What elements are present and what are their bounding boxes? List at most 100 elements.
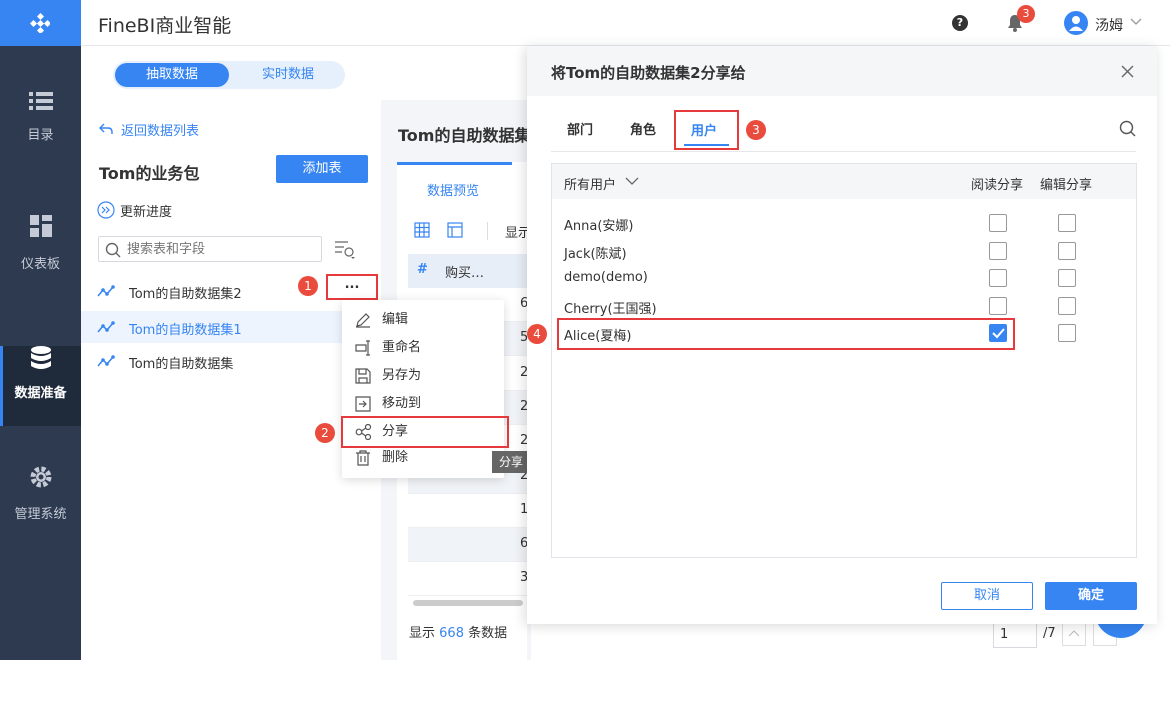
divider bbox=[551, 151, 1136, 152]
search-input[interactable] bbox=[127, 239, 317, 259]
sidebar-item-dashboard[interactable]: 仪表板 bbox=[0, 205, 81, 295]
confirm-button[interactable]: 确定 bbox=[1045, 582, 1137, 610]
footer-prefix: 显示 bbox=[409, 626, 436, 641]
share-highlight bbox=[341, 416, 509, 448]
edit-share-checkbox[interactable] bbox=[1058, 242, 1076, 260]
number-type-icon: # bbox=[417, 262, 428, 277]
tab-user-highlight: 用户 bbox=[674, 110, 739, 150]
read-share-checkbox[interactable] bbox=[989, 242, 1007, 260]
add-table-button[interactable]: 添加表 bbox=[276, 155, 368, 183]
more-button[interactable]: ... bbox=[326, 274, 378, 300]
user-name: Anna(安娜) bbox=[564, 219, 634, 234]
menu-item-label: 另存为 bbox=[382, 368, 422, 383]
layout-view-icon[interactable] bbox=[447, 222, 463, 238]
chevron-down-icon[interactable] bbox=[625, 177, 639, 186]
sidebar-item-catalog[interactable]: 目录 bbox=[0, 80, 81, 170]
edit-icon bbox=[356, 313, 370, 328]
context-menu: 编辑 重命名 另存为 移动到 分享 删除 bbox=[342, 300, 504, 478]
sidebar-item-label: 仪表板 bbox=[20, 257, 60, 272]
menu-item-delete[interactable]: 删除 bbox=[342, 444, 502, 472]
logo-icon bbox=[30, 13, 50, 33]
user-name: Cherry(王国强) bbox=[564, 302, 657, 317]
menu-item-label: 编辑 bbox=[382, 312, 409, 327]
dataset-name: Tom的自助数据集 bbox=[129, 357, 234, 372]
dataset-icon bbox=[97, 321, 115, 333]
tooltip: 分享 bbox=[492, 451, 528, 473]
sidebar-item-label: 管理系统 bbox=[14, 507, 67, 522]
top-bar: FineBI商业智能 ? 3 汤姆 bbox=[81, 0, 1170, 46]
alice-row-highlight bbox=[557, 318, 1015, 350]
tab-data-preview[interactable]: 数据预览 bbox=[427, 180, 479, 199]
refresh-progress-icon[interactable] bbox=[97, 201, 115, 219]
back-to-list-link[interactable]: 返回数据列表 bbox=[121, 120, 199, 139]
list-item[interactable]: Tom的自助数据集 bbox=[81, 346, 381, 376]
user-name: demo(demo) bbox=[564, 270, 648, 285]
step-badge-2: 2 bbox=[315, 423, 335, 443]
page-input[interactable]: 1 bbox=[993, 622, 1037, 648]
divider bbox=[487, 222, 488, 240]
edit-share-checkbox[interactable] bbox=[1058, 214, 1076, 232]
column-header-label: 购买… bbox=[445, 266, 485, 281]
search-box[interactable] bbox=[98, 236, 322, 262]
edit-share-checkbox[interactable] bbox=[1058, 324, 1076, 342]
step-badge-3: 3 bbox=[746, 120, 766, 140]
read-share-checkbox[interactable] bbox=[989, 297, 1007, 315]
prev-page-button[interactable] bbox=[1062, 622, 1086, 646]
page-total: /7 bbox=[1043, 626, 1056, 641]
tab-underline bbox=[397, 162, 512, 165]
read-share-checkbox[interactable] bbox=[989, 214, 1007, 232]
table-row: 3 bbox=[408, 562, 531, 597]
sidebar-item-admin[interactable]: 管理系统 bbox=[0, 465, 81, 555]
menu-item-edit[interactable]: 编辑 bbox=[342, 306, 502, 334]
menu-item-rename[interactable]: 重命名 bbox=[342, 334, 502, 362]
dialog-title: 将Tom的自助数据集2分享给 bbox=[551, 64, 746, 82]
tab-user[interactable]: 用户 bbox=[691, 120, 717, 139]
step-badge-4: 4 bbox=[527, 324, 547, 344]
read-share-checkbox[interactable] bbox=[989, 269, 1007, 287]
tab-extract[interactable]: 抽取数据 bbox=[115, 63, 229, 87]
move-icon bbox=[355, 396, 371, 412]
col-all-users[interactable]: 所有用户 bbox=[564, 174, 616, 193]
search-icon bbox=[105, 242, 121, 258]
grid-view-icon[interactable] bbox=[414, 222, 430, 238]
tab-realtime[interactable]: 实时数据 bbox=[231, 63, 345, 87]
menu-item-label: 移动到 bbox=[382, 396, 422, 411]
data-mode-tabs: 抽取数据 实时数据 bbox=[113, 61, 345, 89]
sort-filter-icon[interactable] bbox=[334, 240, 358, 260]
menu-item-save-as[interactable]: 另存为 bbox=[342, 362, 502, 390]
update-progress-link[interactable]: 更新进度 bbox=[120, 201, 172, 220]
app-title: FineBI商业智能 bbox=[98, 15, 232, 37]
help-icon[interactable]: ? bbox=[952, 15, 968, 31]
dialog-header: 将Tom的自助数据集2分享给 bbox=[527, 46, 1157, 96]
edit-share-checkbox[interactable] bbox=[1058, 269, 1076, 287]
chevron-down-icon[interactable] bbox=[1130, 18, 1142, 26]
close-icon[interactable] bbox=[1121, 65, 1134, 78]
avatar[interactable] bbox=[1064, 11, 1088, 35]
user-row: Anna(安娜) bbox=[552, 209, 1136, 235]
sidebar-item-data-prep[interactable]: 数据准备 bbox=[0, 346, 81, 426]
user-name[interactable]: 汤姆 bbox=[1095, 15, 1123, 35]
horizontal-scrollbar[interactable] bbox=[413, 600, 523, 606]
search-icon[interactable] bbox=[1119, 120, 1137, 138]
dataset-name: Tom的自助数据集2 bbox=[129, 287, 242, 302]
column-header[interactable]: # 购买… bbox=[408, 254, 531, 288]
preview-title: Tom的自助数据集 bbox=[398, 126, 531, 145]
cancel-button[interactable]: 取消 bbox=[941, 582, 1033, 610]
sidebar-item-label: 数据准备 bbox=[14, 386, 67, 401]
user-icon bbox=[1069, 16, 1083, 31]
sidebar-item-label: 目录 bbox=[27, 128, 54, 143]
user-table-header: 所有用户 阅读分享 编辑分享 bbox=[552, 164, 1136, 199]
edit-share-checkbox[interactable] bbox=[1058, 297, 1076, 315]
user-table: 所有用户 阅读分享 编辑分享 Anna(安娜) Jack(陈斌) demo(demo… bbox=[551, 163, 1137, 558]
tab-department[interactable]: 部门 bbox=[567, 119, 593, 138]
back-icon[interactable] bbox=[99, 123, 113, 135]
footer-suffix: 条数据 bbox=[468, 626, 508, 641]
user-name: Jack(陈斌) bbox=[564, 247, 627, 262]
list-item[interactable]: Tom的自助数据集1 bbox=[81, 311, 381, 343]
menu-item-move[interactable]: 移动到 bbox=[342, 390, 502, 418]
dataset-icon bbox=[97, 355, 115, 367]
record-count: 668 bbox=[439, 626, 464, 641]
tab-role[interactable]: 角色 bbox=[630, 119, 656, 138]
app-logo[interactable] bbox=[0, 0, 81, 46]
left-panel: 抽取数据 实时数据 返回数据列表 Tom的业务包 添加表 更新进度 Tom的自助… bbox=[81, 47, 381, 660]
